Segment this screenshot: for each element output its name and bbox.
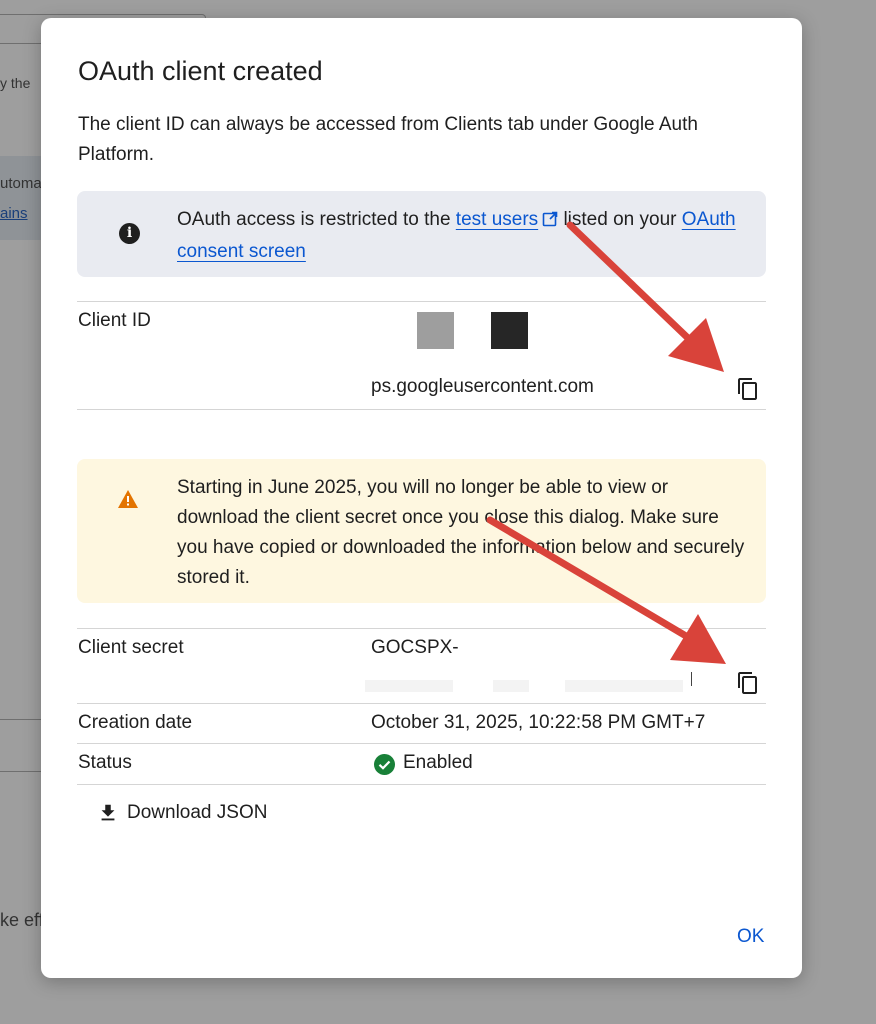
creation-date-label: Creation date: [78, 712, 193, 733]
creation-date-value: October 31, 2025, 10:22:58 PM GMT+7: [371, 712, 706, 733]
test-users-link-label: test users: [455, 209, 539, 230]
background-text: y the: [0, 75, 31, 91]
external-link-icon[interactable]: [542, 207, 558, 237]
redacted-secret: [365, 680, 453, 692]
background-text: utoma: [0, 175, 42, 192]
download-icon: [101, 804, 115, 821]
copy-client-secret-button[interactable]: [736, 671, 760, 695]
redacted-secret: [493, 680, 529, 692]
test-users-link[interactable]: test users: [456, 209, 538, 230]
ok-button[interactable]: OK: [737, 926, 764, 948]
oauth-client-dialog: OAuth client created The client ID can a…: [41, 18, 802, 978]
copy-client-id-button[interactable]: [736, 377, 760, 401]
divider: [77, 743, 766, 744]
info-text-part2: listed on your: [563, 209, 677, 230]
divider: [77, 628, 766, 629]
info-icon: i: [119, 223, 140, 244]
status-label: Status: [78, 752, 132, 773]
divider: [77, 409, 766, 410]
warning-text: Starting in June 2025, you will no longe…: [177, 477, 745, 588]
copy-icon: [738, 672, 757, 694]
divider: [77, 784, 766, 785]
info-banner-text: OAuth access is restricted to the test u…: [177, 205, 737, 267]
client-secret-label: Client secret: [78, 637, 184, 658]
client-secret-value: GOCSPX-: [371, 637, 459, 658]
download-json-button[interactable]: Download JSON: [97, 798, 267, 828]
divider: [77, 703, 766, 704]
text-caret: [691, 672, 692, 686]
background-link: ains: [0, 205, 28, 222]
info-text-part1: OAuth access is restricted to the: [177, 209, 451, 230]
warning-icon: [117, 489, 139, 514]
background-panel: [0, 156, 42, 240]
download-json-label: Download JSON: [127, 802, 268, 823]
info-banner: i OAuth access is restricted to the test…: [77, 191, 766, 277]
background-text: ke eff: [0, 910, 44, 930]
redacted-block: [417, 312, 454, 349]
copy-icon: [738, 378, 757, 400]
status-value: Enabled: [403, 752, 473, 773]
background-divider: [0, 719, 42, 720]
redacted-secret: [565, 680, 683, 692]
divider: [77, 301, 766, 302]
background-divider: [0, 771, 42, 772]
redacted-block: [491, 312, 528, 349]
client-id-value: ps.googleusercontent.com: [371, 376, 594, 397]
dialog-title: OAuth client created: [78, 56, 323, 86]
dialog-description: The client ID can always be accessed fro…: [78, 114, 698, 165]
warning-banner: Starting in June 2025, you will no longe…: [77, 459, 766, 603]
check-circle-icon: [374, 754, 395, 780]
client-id-label: Client ID: [78, 310, 151, 331]
